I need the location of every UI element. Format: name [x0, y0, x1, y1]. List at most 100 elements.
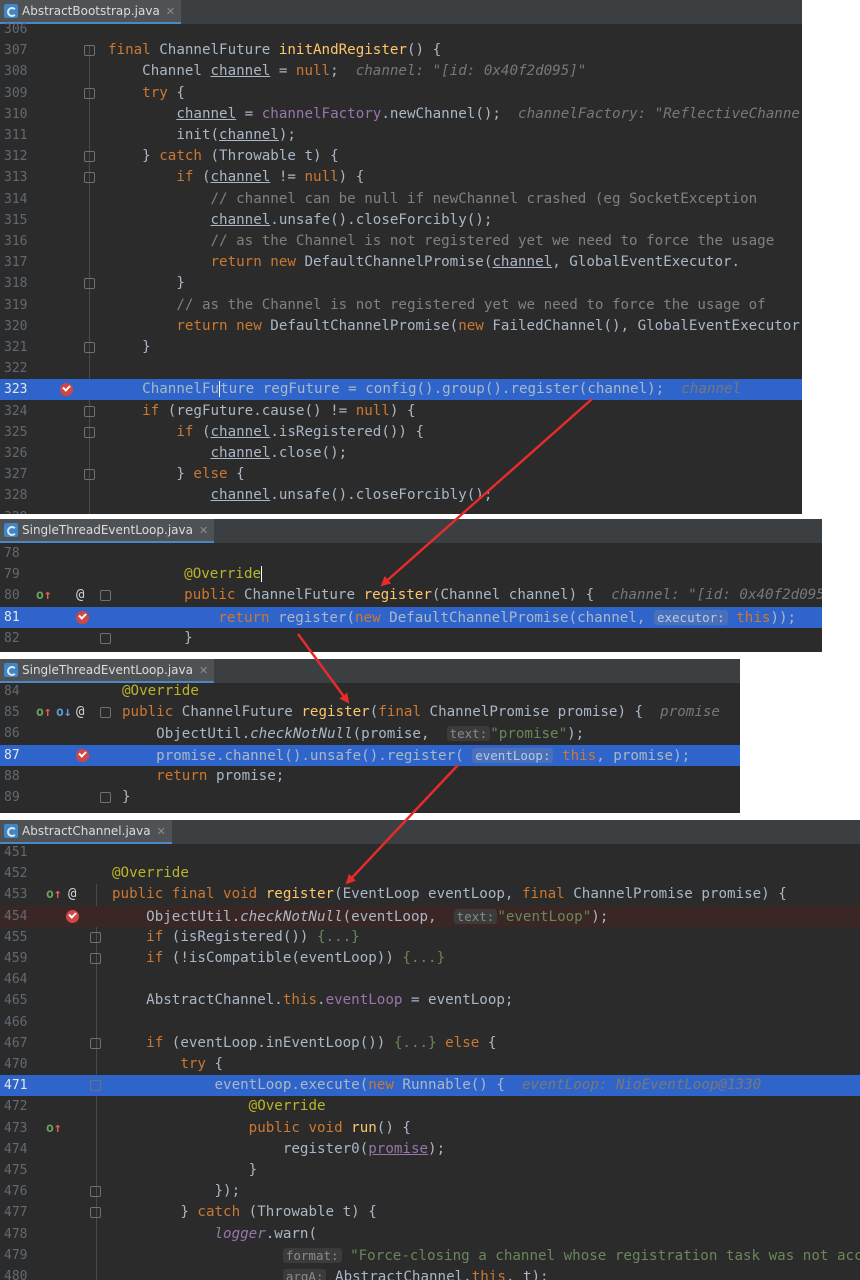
code-line[interactable]: 319 // as the Channel is not registered …	[0, 295, 802, 316]
line-number[interactable]: 465	[4, 990, 38, 1011]
line-number[interactable]: 464	[4, 969, 38, 990]
code-line[interactable]: 472 @Override	[0, 1096, 860, 1117]
code-line[interactable]: 466	[0, 1012, 860, 1033]
code-area[interactable]: 306 307 final ChannelFuture initAndRegiste…	[0, 19, 802, 514]
code-line[interactable]: 480 argA: AbstractChannel.this, t);	[0, 1266, 860, 1280]
override-gutter-icon[interactable]: o↑	[36, 702, 52, 723]
line-number[interactable]: 470	[4, 1054, 38, 1075]
code-line[interactable]: 475 }	[0, 1160, 860, 1181]
line-number[interactable]: 315	[4, 210, 38, 231]
code-line[interactable]: 86 ObjectUtil.checkNotNull(promise, text…	[0, 723, 740, 744]
annotation-gutter-icon[interactable]: @	[76, 702, 84, 723]
line-number[interactable]: 85	[4, 702, 38, 723]
code-line[interactable]: 474 register0(promise);	[0, 1139, 860, 1160]
line-number[interactable]: 310	[4, 104, 38, 125]
code-line[interactable]: 473 o↑ public void run() {	[0, 1118, 860, 1139]
line-number[interactable]: 455	[4, 927, 38, 948]
breakpoint-icon[interactable]	[76, 610, 89, 624]
code-line[interactable]: 311 init(channel);	[0, 125, 802, 146]
fold-toggle-icon[interactable]	[90, 953, 101, 964]
line-number[interactable]: 78	[4, 543, 38, 564]
code-area[interactable]: 451 452 @Override 453 o↑ @ public final void r…	[0, 842, 860, 1280]
close-tab-icon[interactable]: ✕	[199, 524, 208, 537]
line-number[interactable]: 478	[4, 1224, 38, 1245]
code-line[interactable]: 78	[0, 543, 822, 564]
line-number[interactable]: 319	[4, 295, 38, 316]
fold-toggle-icon[interactable]	[84, 87, 95, 99]
line-number[interactable]: 480	[4, 1266, 38, 1280]
override-gutter-icon[interactable]: o↑	[36, 585, 52, 606]
code-line-current[interactable]: 471 eventLoop.execute(new Runnable() { e…	[0, 1075, 860, 1097]
code-line-breakpoint[interactable]: 454 ObjectUtil.checkNotNull(eventLoop, t…	[0, 905, 860, 927]
code-line-current[interactable]: 87 promise.channel().unsafe().register( …	[0, 744, 740, 766]
code-line[interactable]: 313 if (channel != null) {	[0, 167, 802, 188]
fold-toggle-icon[interactable]	[84, 342, 95, 353]
line-number[interactable]: 320	[4, 316, 38, 337]
fold-toggle-icon[interactable]	[90, 1186, 101, 1198]
code-line[interactable]: 464	[0, 969, 860, 990]
fold-toggle-icon[interactable]	[100, 590, 111, 602]
code-line-current[interactable]: 323 ChannelFuture regFuture = config().g…	[0, 379, 802, 401]
fold-toggle-icon[interactable]	[90, 931, 101, 943]
line-number[interactable]: 309	[4, 83, 38, 104]
fold-toggle-icon[interactable]	[100, 792, 111, 803]
line-number[interactable]: 318	[4, 273, 38, 294]
breakpoint-icon[interactable]	[66, 909, 79, 923]
fold-toggle-icon[interactable]	[84, 151, 95, 163]
code-line[interactable]: 455 if (isRegistered()) {...}	[0, 927, 860, 948]
code-line[interactable]: 478 logger.warn(	[0, 1224, 860, 1245]
code-line[interactable]: 316 // as the Channel is not registered …	[0, 231, 802, 252]
line-number[interactable]: 454	[4, 906, 38, 927]
file-tab[interactable]: SingleThreadEventLoop.java ✕	[0, 659, 215, 683]
line-number[interactable]: 324	[4, 401, 38, 422]
code-line[interactable]: 307 final ChannelFuture initAndRegister()…	[0, 40, 802, 61]
file-tab[interactable]: AbstractChannel.java ✕	[0, 820, 172, 844]
code-line-current[interactable]: 81 return register(new DefaultChannelPro…	[0, 606, 822, 628]
code-line[interactable]: 470 try {	[0, 1054, 860, 1075]
line-number[interactable]: 453	[4, 884, 38, 905]
close-tab-icon[interactable]: ✕	[199, 664, 208, 677]
line-number[interactable]: 316	[4, 231, 38, 252]
implemented-gutter-icon[interactable]: o↓	[56, 702, 72, 723]
code-line[interactable]: 321 }	[0, 337, 802, 358]
fold-toggle-icon[interactable]	[84, 278, 95, 290]
line-number[interactable]: 476	[4, 1181, 38, 1202]
fold-toggle-icon[interactable]	[90, 1080, 101, 1092]
line-number[interactable]: 475	[4, 1160, 38, 1181]
fold-toggle-icon[interactable]	[100, 707, 111, 719]
line-number[interactable]: 88	[4, 766, 38, 787]
line-number[interactable]: 327	[4, 464, 38, 485]
override-gutter-icon[interactable]: o↑	[46, 884, 62, 905]
line-number[interactable]: 86	[4, 723, 38, 744]
line-number[interactable]: 467	[4, 1033, 38, 1054]
code-line[interactable]: 310 channel = channelFactory.newChannel(…	[0, 104, 802, 125]
line-number[interactable]: 326	[4, 443, 38, 464]
line-number[interactable]: 328	[4, 485, 38, 506]
fold-toggle-icon[interactable]	[84, 405, 95, 417]
code-line[interactable]: 325 if (channel.isRegistered()) {	[0, 422, 802, 443]
line-number[interactable]: 307	[4, 40, 38, 61]
line-number[interactable]: 472	[4, 1096, 38, 1117]
code-line[interactable]: 85 o↑ o↓ @ public ChannelFuture register(fin…	[0, 702, 740, 723]
code-area[interactable]: 84 @Override 85 o↑ o↓ @ public ChannelFuture r…	[0, 681, 740, 813]
line-number[interactable]: 79	[4, 564, 38, 585]
line-number[interactable]: 477	[4, 1202, 38, 1223]
code-line[interactable]: 459 if (!isCompatible(eventLoop)) {...}	[0, 948, 860, 969]
code-line[interactable]: 324 if (regFuture.cause() != null) {	[0, 401, 802, 422]
code-line[interactable]: 453 o↑ @ public final void register(EventLo…	[0, 884, 860, 905]
code-line[interactable]: 84 @Override	[0, 681, 740, 702]
code-line[interactable]: 451	[0, 842, 860, 863]
file-tab[interactable]: SingleThreadEventLoop.java ✕	[0, 519, 215, 543]
line-number[interactable]: 325	[4, 422, 38, 443]
code-line[interactable]: 329	[0, 507, 802, 514]
fold-toggle-icon[interactable]	[84, 45, 95, 57]
line-number[interactable]: 312	[4, 146, 38, 167]
annotation-gutter-icon[interactable]: @	[68, 884, 76, 905]
code-line[interactable]: 479 format: "Force-closing a channel who…	[0, 1245, 860, 1266]
line-number[interactable]: 306	[4, 19, 38, 40]
code-area[interactable]: 78 79 @Override 80 o↑ @ public ChannelFuture…	[0, 543, 822, 652]
code-line[interactable]: 328 channel.unsafe().closeForcibly();	[0, 485, 802, 506]
fold-toggle-icon[interactable]	[84, 469, 95, 481]
line-number[interactable]: 329	[4, 507, 38, 514]
line-number[interactable]: 84	[4, 681, 38, 702]
